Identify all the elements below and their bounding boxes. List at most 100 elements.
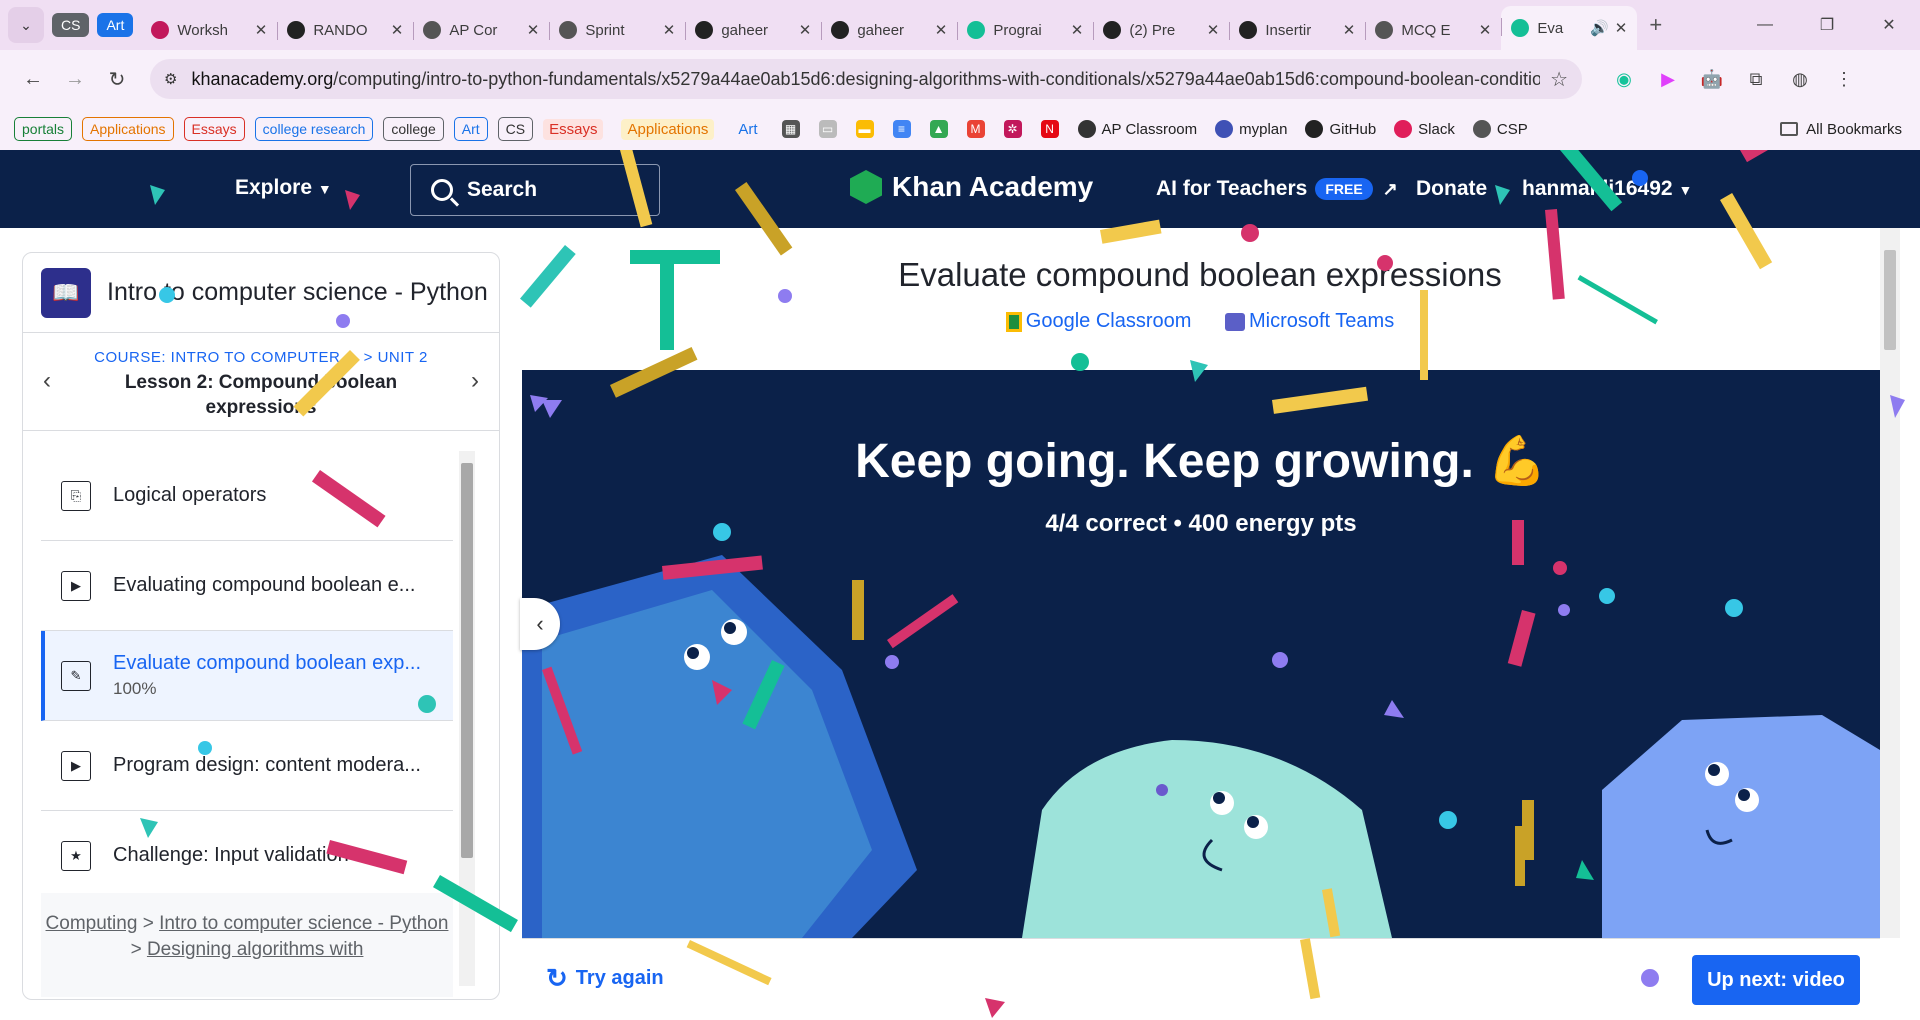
forward-button[interactable]: → — [56, 68, 94, 91]
tab-group-cs[interactable]: CS — [52, 13, 90, 37]
bookmark-folder-chip[interactable]: college — [383, 117, 444, 141]
profile-avatar[interactable]: ◍ — [1778, 69, 1822, 90]
bookmark-folder-chip[interactable]: portals — [14, 117, 73, 141]
lesson-items: ⎘ Logical operators ▶ Evaluating compound b… — [41, 451, 453, 901]
breadcrumb-unit[interactable]: Designing algorithms with — [147, 939, 364, 960]
lesson-item[interactable]: ▶ Program design: content modera... — [41, 721, 453, 811]
bookmark-link[interactable]: myplan — [1215, 120, 1287, 138]
bookmark-folder[interactable]: Art — [732, 119, 763, 140]
browser-tab[interactable]: (2) Pre ✕ — [1093, 10, 1229, 50]
scroll-thumb[interactable] — [1884, 250, 1896, 350]
bookmark-link[interactable]: CSP — [1472, 120, 1528, 138]
tab-active[interactable]: Eva 🔊 ✕ — [1501, 6, 1638, 50]
breadcrumb-computing[interactable]: Computing — [46, 913, 138, 934]
extension-icon[interactable]: ▶ — [1646, 69, 1690, 90]
minimize-icon[interactable]: — — [1734, 16, 1796, 34]
browser-tab[interactable]: Sprint ✕ — [549, 10, 685, 50]
lesson-item[interactable]: ▶ Evaluating compound boolean e... — [41, 541, 453, 631]
all-bookmarks-button[interactable]: All Bookmarks — [1780, 108, 1902, 150]
bookmark-folder-chip[interactable]: college research — [254, 117, 374, 141]
docs-icon[interactable]: ≡ — [892, 120, 911, 138]
tab-group-art[interactable]: Art — [97, 13, 134, 37]
reload-button[interactable]: ↻ — [98, 67, 136, 92]
robot-icon[interactable]: 🤖 — [1690, 69, 1734, 90]
bookmark-folder[interactable]: Essays — [543, 118, 604, 140]
bookmark-link[interactable]: GitHub — [1305, 120, 1376, 138]
close-tab-icon[interactable]: ✕ — [1479, 21, 1492, 39]
content-scrollbar[interactable] — [1880, 228, 1900, 938]
course-header[interactable]: 📖 Intro to computer science - Python — [23, 253, 499, 333]
gmail-icon[interactable]: M — [966, 120, 985, 138]
gear-icon[interactable]: ✲ — [1003, 120, 1022, 138]
video-icon: ▶ — [61, 750, 91, 781]
grammarly-icon[interactable]: ◉ — [1602, 69, 1646, 90]
bookmark-folder-chip[interactable]: Applications — [82, 117, 174, 141]
menu-icon[interactable]: ⋮ — [1822, 69, 1866, 90]
close-tab-icon[interactable]: ✕ — [1343, 21, 1356, 39]
previous-lesson-icon[interactable]: ‹ — [43, 367, 51, 395]
browser-tab[interactable]: gaheer ✕ — [685, 10, 821, 50]
close-tab-icon[interactable]: ✕ — [391, 21, 404, 39]
khan-academy-logo[interactable]: Khan Academy — [850, 170, 1093, 204]
browser-tab[interactable]: AP Cor ✕ — [413, 10, 549, 50]
drive-icon[interactable]: ▲ — [929, 120, 948, 138]
google-classroom-button[interactable]: Google Classroom — [1005, 310, 1191, 332]
close-tab-icon[interactable]: ✕ — [1615, 19, 1628, 37]
microsoft-teams-button[interactable]: Microsoft Teams — [1224, 310, 1394, 332]
bookmark-folder-chip[interactable]: CS — [497, 117, 534, 141]
browser-tab[interactable]: Prograi ✕ — [957, 10, 1093, 50]
slides-icon[interactable]: ▬ — [855, 120, 874, 138]
tab-search-button[interactable]: ⌄ — [8, 7, 44, 43]
tab-title: AP Cor — [449, 21, 498, 39]
explore-menu[interactable]: Explore ▼ — [235, 176, 332, 200]
lesson-item[interactable]: ✎ Evaluate compound boolean exp... 100% — [41, 631, 453, 721]
speaker-icon[interactable]: 🔊 — [1590, 19, 1609, 37]
bookmark-star-icon[interactable]: ☆ — [1550, 67, 1568, 92]
site-info-icon[interactable]: ⚙ — [164, 70, 177, 88]
new-tab-button[interactable]: + — [1649, 12, 1662, 38]
bookmark-folder-chip[interactable]: Art — [453, 117, 488, 141]
course-unit-crumb[interactable]: COURSE: INTRO TO COMPUTER ... > UNIT 2 — [23, 349, 499, 366]
celebration-headline: Keep going. Keep growing. 💪 — [855, 435, 1547, 488]
browser-tab[interactable]: Worksh ✕ — [141, 10, 277, 50]
url-text[interactable]: khanacademy.org/computing/intro-to-pytho… — [191, 69, 1540, 90]
bookmark-folder-chip[interactable]: Essays — [183, 117, 245, 141]
apps-grid-icon[interactable]: ▦ — [781, 120, 800, 138]
bookmark-folder[interactable]: Applications — [621, 118, 715, 140]
browser-tab[interactable]: gaheer ✕ — [821, 10, 957, 50]
up-next-button[interactable]: Up next: video — [1692, 955, 1860, 1005]
close-tab-icon[interactable]: ✕ — [935, 21, 948, 39]
close-tab-icon[interactable]: ✕ — [1207, 21, 1220, 39]
r-icon — [287, 21, 306, 39]
next-lesson-icon[interactable]: › — [471, 367, 479, 395]
netflix-icon[interactable]: N — [1040, 120, 1059, 138]
close-tab-icon[interactable]: ✕ — [1071, 21, 1084, 39]
browser-tab[interactable]: MCQ E ✕ — [1365, 10, 1501, 50]
ai-for-teachers-link[interactable]: AI for Teachers FREE ↗ — [1156, 177, 1398, 201]
bookmark-link[interactable]: Slack — [1394, 120, 1455, 138]
back-button[interactable]: ← — [14, 68, 52, 91]
user-menu[interactable]: hanmahli16492 ▼ — [1522, 177, 1692, 201]
tab-strip: ⌄ CS Art Worksh ✕ RANDO ✕ AP Cor ✕ Sprint ✕ gahe… — [0, 0, 1920, 50]
drive-file-icon[interactable]: ▭ — [818, 120, 837, 138]
close-tab-icon[interactable]: ✕ — [799, 21, 812, 39]
search-input[interactable]: Search — [410, 164, 660, 216]
bookmark-link[interactable]: AP Classroom — [1077, 120, 1197, 138]
close-tab-icon[interactable]: ✕ — [527, 21, 540, 39]
donate-link[interactable]: Donate — [1416, 177, 1487, 201]
close-tab-icon[interactable]: ✕ — [255, 21, 268, 39]
close-tab-icon[interactable]: ✕ — [663, 21, 676, 39]
article-icon: ⎘ — [61, 480, 91, 511]
breadcrumb-course[interactable]: Intro to computer science - Python — [159, 913, 448, 934]
scroll-thumb[interactable] — [461, 463, 473, 858]
try-again-button[interactable]: ↻ Try again — [546, 963, 664, 994]
puzzle-icon[interactable]: ⧉ — [1734, 69, 1778, 90]
lesson-item[interactable]: ⎘ Logical operators — [41, 451, 453, 541]
browser-tab[interactable]: Insertir ✕ — [1229, 10, 1365, 50]
browser-tab[interactable]: RANDO ✕ — [277, 10, 413, 50]
lesson-item[interactable]: ★ Challenge: Input validation — [41, 811, 453, 901]
address-bar[interactable]: ⚙ khanacademy.org/computing/intro-to-pyt… — [150, 59, 1582, 99]
restore-icon[interactable]: ❐ — [1796, 15, 1858, 35]
sidebar-scrollbar[interactable] — [459, 451, 475, 986]
close-window-icon[interactable]: ✕ — [1858, 15, 1920, 35]
